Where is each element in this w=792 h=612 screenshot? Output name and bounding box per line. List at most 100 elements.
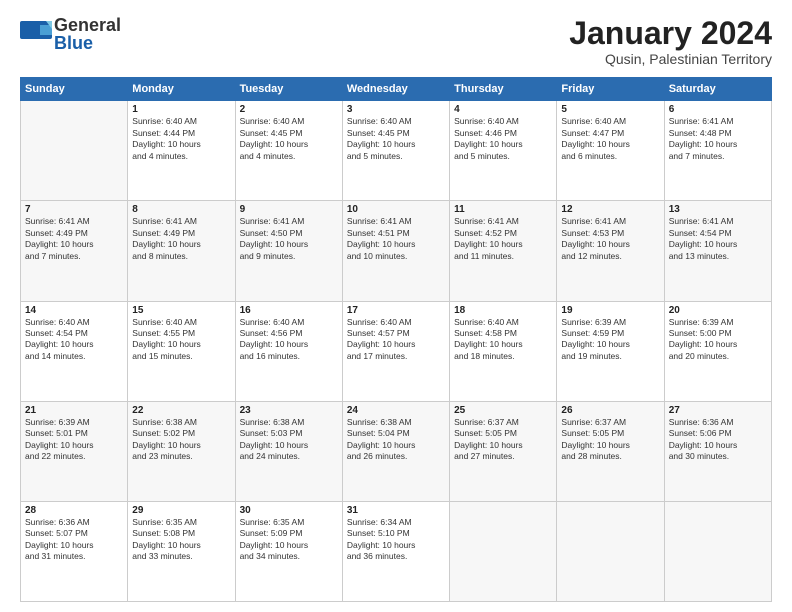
day-number: 7 — [25, 204, 123, 215]
daylight-text: Daylight: 10 hours — [561, 239, 659, 250]
daylight-text: Daylight: 10 hours — [240, 239, 338, 250]
calendar-cell: 7Sunrise: 6:41 AMSunset: 4:49 PMDaylight… — [21, 201, 128, 301]
sunrise-text: Sunrise: 6:35 AM — [240, 517, 338, 528]
sunset-text: Sunset: 5:08 PM — [132, 528, 230, 539]
calendar-cell: 13Sunrise: 6:41 AMSunset: 4:54 PMDayligh… — [664, 201, 771, 301]
sunrise-text: Sunrise: 6:39 AM — [25, 417, 123, 428]
calendar-cell — [664, 501, 771, 601]
daylight-text: Daylight: 10 hours — [240, 440, 338, 451]
sunset-text: Sunset: 4:47 PM — [561, 128, 659, 139]
day-info: Sunrise: 6:40 AMSunset: 4:54 PMDaylight:… — [25, 317, 123, 363]
sunset-text: Sunset: 4:56 PM — [240, 328, 338, 339]
daylight-text: Daylight: 10 hours — [25, 339, 123, 350]
daylight-text: Daylight: 10 hours — [454, 239, 552, 250]
sunrise-text: Sunrise: 6:41 AM — [347, 216, 445, 227]
daylight-text-cont: and 4 minutes. — [132, 151, 230, 162]
day-number: 18 — [454, 305, 552, 316]
calendar-week-3: 21Sunrise: 6:39 AMSunset: 5:01 PMDayligh… — [21, 401, 772, 501]
calendar-cell: 31Sunrise: 6:34 AMSunset: 5:10 PMDayligh… — [342, 501, 449, 601]
daylight-text: Daylight: 10 hours — [132, 139, 230, 150]
calendar-cell: 16Sunrise: 6:40 AMSunset: 4:56 PMDayligh… — [235, 301, 342, 401]
daylight-text-cont: and 7 minutes. — [25, 251, 123, 262]
daylight-text: Daylight: 10 hours — [669, 339, 767, 350]
day-info: Sunrise: 6:40 AMSunset: 4:56 PMDaylight:… — [240, 317, 338, 363]
title-block: January 2024 Qusin, Palestinian Territor… — [569, 16, 772, 67]
daylight-text-cont: and 5 minutes. — [454, 151, 552, 162]
day-number: 9 — [240, 204, 338, 215]
daylight-text-cont: and 22 minutes. — [25, 451, 123, 462]
daylight-text-cont: and 17 minutes. — [347, 351, 445, 362]
day-info: Sunrise: 6:40 AMSunset: 4:44 PMDaylight:… — [132, 116, 230, 162]
calendar-cell: 2Sunrise: 6:40 AMSunset: 4:45 PMDaylight… — [235, 101, 342, 201]
calendar-table: Sunday Monday Tuesday Wednesday Thursday… — [20, 77, 772, 602]
calendar-cell: 15Sunrise: 6:40 AMSunset: 4:55 PMDayligh… — [128, 301, 235, 401]
day-info: Sunrise: 6:36 AMSunset: 5:06 PMDaylight:… — [669, 417, 767, 463]
calendar-cell: 6Sunrise: 6:41 AMSunset: 4:48 PMDaylight… — [664, 101, 771, 201]
calendar-cell: 30Sunrise: 6:35 AMSunset: 5:09 PMDayligh… — [235, 501, 342, 601]
daylight-text-cont: and 8 minutes. — [132, 251, 230, 262]
day-number: 25 — [454, 405, 552, 416]
sunset-text: Sunset: 4:57 PM — [347, 328, 445, 339]
page: General Blue January 2024 Qusin, Palesti… — [0, 0, 792, 612]
day-number: 4 — [454, 104, 552, 115]
calendar-cell — [557, 501, 664, 601]
calendar-cell: 9Sunrise: 6:41 AMSunset: 4:50 PMDaylight… — [235, 201, 342, 301]
daylight-text: Daylight: 10 hours — [561, 139, 659, 150]
day-info: Sunrise: 6:38 AMSunset: 5:03 PMDaylight:… — [240, 417, 338, 463]
daylight-text-cont: and 12 minutes. — [561, 251, 659, 262]
sunrise-text: Sunrise: 6:39 AM — [561, 317, 659, 328]
sunset-text: Sunset: 4:50 PM — [240, 228, 338, 239]
sunset-text: Sunset: 4:48 PM — [669, 128, 767, 139]
calendar-cell: 1Sunrise: 6:40 AMSunset: 4:44 PMDaylight… — [128, 101, 235, 201]
sunset-text: Sunset: 5:01 PM — [25, 428, 123, 439]
day-info: Sunrise: 6:41 AMSunset: 4:54 PMDaylight:… — [669, 216, 767, 262]
day-number: 8 — [132, 204, 230, 215]
day-info: Sunrise: 6:41 AMSunset: 4:53 PMDaylight:… — [561, 216, 659, 262]
sunset-text: Sunset: 5:07 PM — [25, 528, 123, 539]
day-info: Sunrise: 6:38 AMSunset: 5:04 PMDaylight:… — [347, 417, 445, 463]
calendar-body: 1Sunrise: 6:40 AMSunset: 4:44 PMDaylight… — [21, 101, 772, 602]
sunset-text: Sunset: 5:02 PM — [132, 428, 230, 439]
daylight-text: Daylight: 10 hours — [132, 440, 230, 451]
sunrise-text: Sunrise: 6:40 AM — [454, 317, 552, 328]
daylight-text: Daylight: 10 hours — [669, 239, 767, 250]
day-info: Sunrise: 6:36 AMSunset: 5:07 PMDaylight:… — [25, 517, 123, 563]
sunrise-text: Sunrise: 6:36 AM — [669, 417, 767, 428]
logo-blue: Blue — [54, 34, 121, 52]
day-number: 22 — [132, 405, 230, 416]
day-number: 20 — [669, 305, 767, 316]
sunrise-text: Sunrise: 6:41 AM — [25, 216, 123, 227]
col-wednesday: Wednesday — [342, 78, 449, 101]
day-number: 28 — [25, 505, 123, 516]
day-number: 5 — [561, 104, 659, 115]
day-info: Sunrise: 6:40 AMSunset: 4:45 PMDaylight:… — [347, 116, 445, 162]
sunrise-text: Sunrise: 6:38 AM — [132, 417, 230, 428]
day-info: Sunrise: 6:41 AMSunset: 4:49 PMDaylight:… — [132, 216, 230, 262]
logo: General Blue — [20, 16, 121, 52]
calendar-cell: 8Sunrise: 6:41 AMSunset: 4:49 PMDaylight… — [128, 201, 235, 301]
daylight-text: Daylight: 10 hours — [454, 339, 552, 350]
calendar-cell: 10Sunrise: 6:41 AMSunset: 4:51 PMDayligh… — [342, 201, 449, 301]
col-saturday: Saturday — [664, 78, 771, 101]
daylight-text: Daylight: 10 hours — [347, 540, 445, 551]
sunrise-text: Sunrise: 6:40 AM — [240, 317, 338, 328]
calendar-week-0: 1Sunrise: 6:40 AMSunset: 4:44 PMDaylight… — [21, 101, 772, 201]
calendar-cell: 22Sunrise: 6:38 AMSunset: 5:02 PMDayligh… — [128, 401, 235, 501]
day-number: 13 — [669, 204, 767, 215]
daylight-text-cont: and 15 minutes. — [132, 351, 230, 362]
daylight-text-cont: and 13 minutes. — [669, 251, 767, 262]
header: General Blue January 2024 Qusin, Palesti… — [20, 16, 772, 67]
col-sunday: Sunday — [21, 78, 128, 101]
day-info: Sunrise: 6:37 AMSunset: 5:05 PMDaylight:… — [454, 417, 552, 463]
day-info: Sunrise: 6:41 AMSunset: 4:51 PMDaylight:… — [347, 216, 445, 262]
day-info: Sunrise: 6:35 AMSunset: 5:08 PMDaylight:… — [132, 517, 230, 563]
daylight-text: Daylight: 10 hours — [240, 339, 338, 350]
daylight-text: Daylight: 10 hours — [669, 139, 767, 150]
daylight-text-cont: and 34 minutes. — [240, 551, 338, 562]
day-number: 30 — [240, 505, 338, 516]
daylight-text-cont: and 20 minutes. — [669, 351, 767, 362]
calendar-cell: 20Sunrise: 6:39 AMSunset: 5:00 PMDayligh… — [664, 301, 771, 401]
sunset-text: Sunset: 5:09 PM — [240, 528, 338, 539]
day-number: 14 — [25, 305, 123, 316]
day-info: Sunrise: 6:35 AMSunset: 5:09 PMDaylight:… — [240, 517, 338, 563]
